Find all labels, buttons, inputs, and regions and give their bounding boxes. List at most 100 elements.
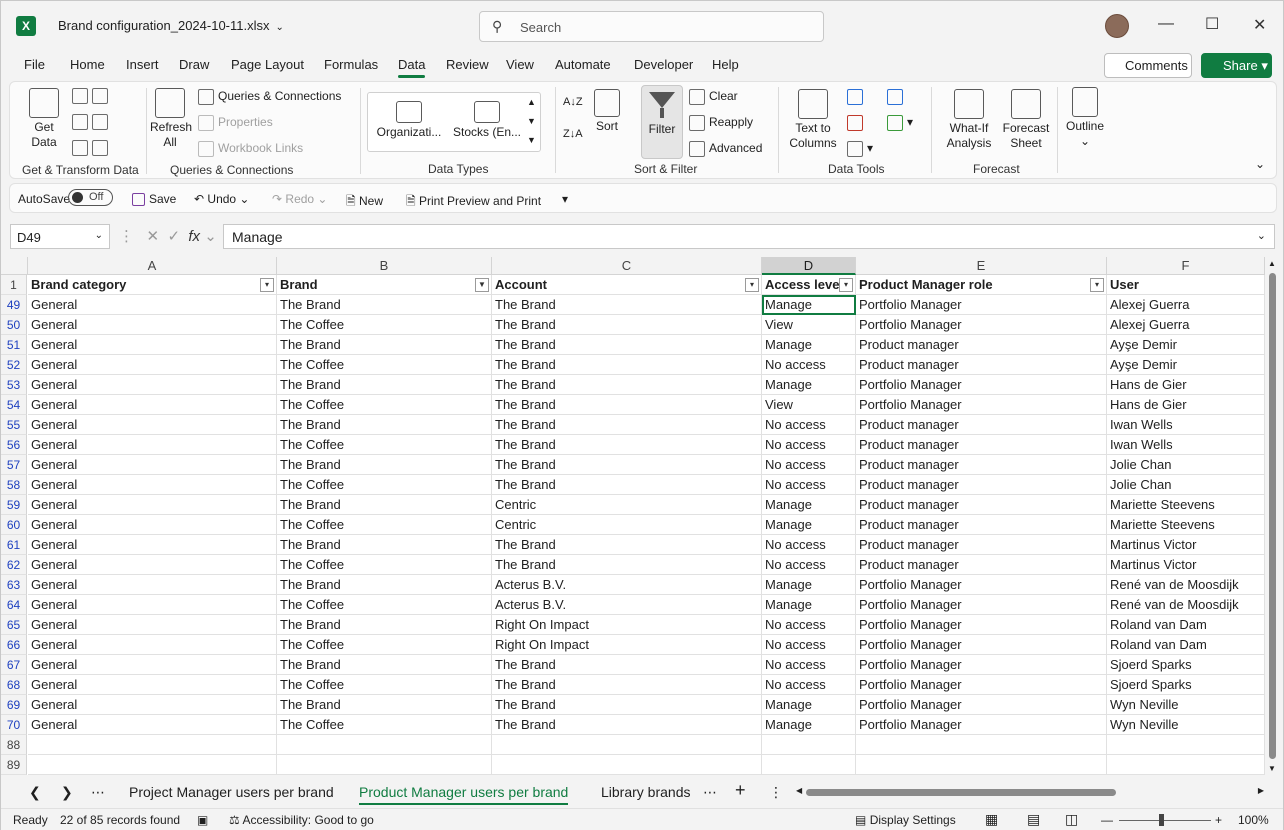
table-cell[interactable]: No access: [762, 355, 856, 375]
worksheet-grid[interactable]: A B C D E F 1 Brand category ▾ Brand ▼ Account ▾ Acce…: [1, 257, 1265, 775]
table-cell[interactable]: Manage: [762, 715, 856, 735]
table-cell[interactable]: Centric: [492, 515, 762, 535]
new-button[interactable]: 🗎 New: [346, 192, 383, 213]
table-cell[interactable]: Product manager: [856, 495, 1107, 515]
table-cell[interactable]: Portfolio Manager: [856, 395, 1107, 415]
column-header-f[interactable]: F: [1107, 257, 1265, 275]
filter-dropdown-icon[interactable]: ▾: [1090, 278, 1104, 292]
table-cell[interactable]: Portfolio Manager: [856, 315, 1107, 335]
tab-scroll-next-icon[interactable]: ❯: [61, 784, 73, 801]
row-header[interactable]: 49: [1, 295, 27, 315]
name-box[interactable]: D49 ⌄: [10, 224, 110, 249]
row-header[interactable]: 59: [1, 495, 27, 515]
menu-formulas[interactable]: Formulas: [324, 57, 378, 72]
table-cell[interactable]: [856, 735, 1107, 755]
outline-button[interactable]: Outline ⌄: [1063, 87, 1107, 149]
table-cell[interactable]: No access: [762, 655, 856, 675]
filter-applied-icon[interactable]: ▼: [475, 278, 489, 292]
table-cell[interactable]: The Brand: [492, 555, 762, 575]
table-cell[interactable]: General: [28, 395, 277, 415]
expand-formula-icon[interactable]: ⌄: [1257, 229, 1266, 242]
column-header-d[interactable]: D: [762, 257, 856, 275]
table-cell[interactable]: Right On Impact: [492, 635, 762, 655]
table-cell[interactable]: The Brand: [492, 535, 762, 555]
table-cell[interactable]: The Brand: [277, 495, 492, 515]
table-cell[interactable]: General: [28, 695, 277, 715]
row-header[interactable]: 67: [1, 655, 27, 675]
table-cell[interactable]: General: [28, 575, 277, 595]
table-cell[interactable]: The Brand: [492, 395, 762, 415]
menu-review[interactable]: Review: [446, 57, 489, 72]
table-cell[interactable]: The Brand: [277, 375, 492, 395]
table-cell[interactable]: The Brand: [277, 535, 492, 555]
table-cell[interactable]: No access: [762, 555, 856, 575]
consolidate-icon[interactable]: [887, 89, 907, 105]
table-cell[interactable]: The Coffee: [277, 395, 492, 415]
table-cell[interactable]: Wyn Neville: [1107, 695, 1265, 715]
table-cell[interactable]: Manage: [762, 575, 856, 595]
row-header[interactable]: 60: [1, 515, 27, 535]
column-header-e[interactable]: E: [856, 257, 1107, 275]
table-cell[interactable]: No access: [762, 455, 856, 475]
column-header-b[interactable]: B: [277, 257, 492, 275]
redo-button[interactable]: ↷ Redo ⌄: [272, 192, 327, 206]
table-cell[interactable]: View: [762, 395, 856, 415]
table-cell[interactable]: Manage: [762, 595, 856, 615]
horizontal-scrollbar[interactable]: ◀ ▶: [796, 786, 1264, 798]
table-cell[interactable]: General: [28, 375, 277, 395]
data-model-icon[interactable]: ▾: [887, 115, 913, 131]
table-cell[interactable]: The Brand: [492, 435, 762, 455]
insert-function-icon[interactable]: fx: [188, 228, 200, 245]
table-cell[interactable]: [277, 755, 492, 775]
table-cell[interactable]: Iwan Wells: [1107, 415, 1265, 435]
vertical-scrollbar[interactable]: ▲ ▼: [1265, 257, 1279, 775]
display-settings-button[interactable]: ▤ Display Settings: [855, 813, 956, 827]
row-header[interactable]: 61: [1, 535, 27, 555]
table-cell[interactable]: Martinus Victor: [1107, 535, 1265, 555]
table-cell[interactable]: Jolie Chan: [1107, 475, 1265, 495]
table-cell[interactable]: The Coffee: [277, 715, 492, 735]
table-cell[interactable]: Portfolio Manager: [856, 695, 1107, 715]
table-cell[interactable]: View: [762, 315, 856, 335]
from-table-icon[interactable]: [72, 140, 112, 156]
table-cell[interactable]: Acterus B.V.: [492, 575, 762, 595]
table-cell[interactable]: The Brand: [492, 455, 762, 475]
table-cell[interactable]: Portfolio Manager: [856, 635, 1107, 655]
remove-duplicates-icon[interactable]: [847, 115, 867, 131]
sort-button[interactable]: Sort: [593, 89, 621, 134]
table-cell[interactable]: Sjoerd Sparks: [1107, 655, 1265, 675]
menu-data[interactable]: Data: [398, 57, 426, 78]
zoom-slider-thumb[interactable]: [1159, 814, 1164, 826]
table-cell[interactable]: Portfolio Manager: [856, 595, 1107, 615]
share-button[interactable]: Share ▾: [1201, 53, 1272, 78]
table-cell[interactable]: No access: [762, 535, 856, 555]
table-cell[interactable]: Jolie Chan: [1107, 455, 1265, 475]
get-data-button[interactable]: Get Data: [24, 88, 64, 150]
table-cell[interactable]: No access: [762, 635, 856, 655]
table-cell[interactable]: Martinus Victor: [1107, 555, 1265, 575]
macro-record-icon[interactable]: ▣: [197, 813, 208, 827]
table-cell[interactable]: [1107, 735, 1265, 755]
data-type-stocks[interactable]: Stocks (En...: [452, 101, 522, 140]
table-cell[interactable]: Roland van Dam: [1107, 635, 1265, 655]
menu-draw[interactable]: Draw: [179, 57, 209, 72]
table-cell[interactable]: The Coffee: [277, 355, 492, 375]
table-cell[interactable]: No access: [762, 415, 856, 435]
header-cell[interactable]: Account ▾: [492, 275, 762, 295]
data-type-organization[interactable]: Organizati...: [376, 101, 442, 140]
table-cell[interactable]: General: [28, 715, 277, 735]
menu-insert[interactable]: Insert: [126, 57, 159, 72]
table-cell[interactable]: General: [28, 655, 277, 675]
table-cell[interactable]: The Brand: [492, 335, 762, 355]
scroll-down-icon[interactable]: ▼: [1268, 764, 1276, 773]
table-cell[interactable]: The Brand: [492, 675, 762, 695]
table-cell[interactable]: Alexej Guerra: [1107, 315, 1265, 335]
table-cell[interactable]: [492, 735, 762, 755]
formula-input[interactable]: Manage ⌄: [223, 224, 1275, 249]
horizontal-scroll-thumb[interactable]: [806, 789, 1116, 796]
vertical-scroll-thumb[interactable]: [1269, 273, 1276, 759]
menu-file[interactable]: File: [24, 57, 45, 72]
tab-product-manager-users[interactable]: Product Manager users per brand: [359, 784, 569, 805]
search-box[interactable]: ⚲ Search: [479, 11, 824, 42]
table-cell[interactable]: The Brand: [492, 355, 762, 375]
